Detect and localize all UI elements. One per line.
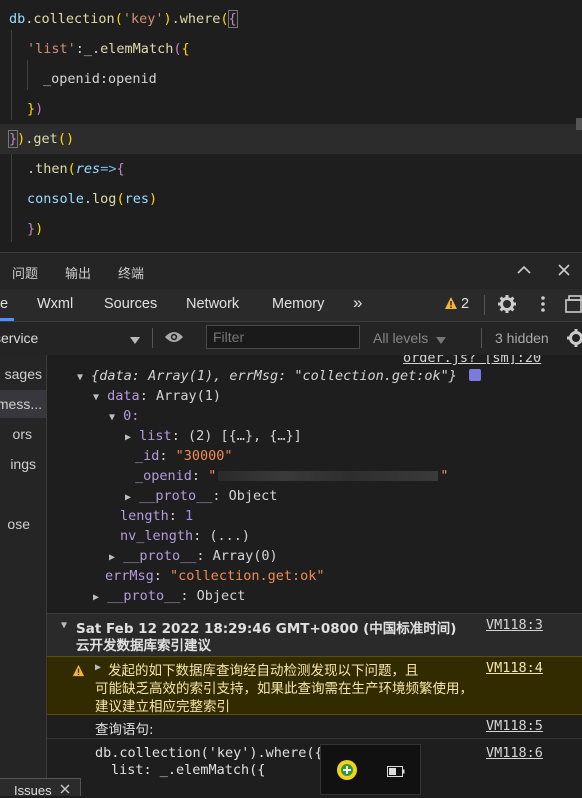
issues-label: Issues [14,783,52,798]
console-filter-bar: service All levels 3 hidden [0,322,582,356]
expand-triangle-icon[interactable]: ▼ [77,372,83,383]
code-line-3[interactable]: _openid:openid [43,64,157,94]
active-tab-indicator [0,318,14,321]
divider [152,328,153,348]
prop-proto-object[interactable]: ▶ __proto__: Object [125,488,277,504]
chevron-down-icon[interactable] [436,332,446,350]
sidebar-item-user-messages[interactable]: mess... [0,390,46,418]
warning-icon [72,662,85,681]
warning-count[interactable]: 2 [461,296,469,312]
prop-list[interactable]: ▶ list: (2) [{…}, {…}] [125,428,302,444]
context-selector[interactable]: service [0,330,38,346]
code-line-1[interactable]: db.collection('key').where({ [9,4,238,34]
source-link[interactable]: VM118:6 [486,745,543,761]
collapse-triangle-icon[interactable]: ▶ [93,592,99,603]
indent-guide [11,30,12,120]
filter-input[interactable] [206,325,360,349]
code-line-6[interactable]: .then(res=>{ [27,154,125,184]
tab-memory[interactable]: Memory [272,296,324,312]
warning-text-line-2: 可能缺乏高效的索引支持，如果此查询需在生产环境频繁使用， [95,681,473,697]
battery-icon [387,764,405,782]
levels-dropdown[interactable]: All levels [373,330,428,346]
tab-console[interactable]: e [0,296,8,312]
sidebar-item-verbose[interactable]: ose [0,510,46,538]
issues-drawer-tab[interactable]: Issues [0,778,81,798]
expand-triangle-icon[interactable]: ▼ [93,392,99,403]
expand-triangle-icon[interactable]: ▼ [61,620,67,631]
console-group-header[interactable]: ▼ Sat Feb 12 2022 18:29:46 GMT+0800 (中国标… [47,613,582,657]
collapse-triangle-icon[interactable]: ▶ [125,432,131,443]
close-icon[interactable] [556,262,572,283]
source-link[interactable]: VM118:4 [486,660,543,676]
code-line-7[interactable]: console.log(res) [27,184,157,214]
expand-triangle-icon[interactable]: ▼ [109,412,115,423]
kebab-menu-icon[interactable] [540,295,546,318]
more-tabs-button[interactable]: » [353,293,362,313]
query-code-line-2: list: _.elemMatch({ [111,762,266,778]
source-link[interactable]: VM118:5 [486,718,543,734]
floating-toolbar [320,744,421,795]
source-link[interactable]: order.js? [sm]:20 [403,355,541,366]
collapse-triangle-icon[interactable]: ▶ [125,492,131,503]
sidebar-item-messages[interactable]: sages [0,360,46,388]
prop-openid: _openid: " " [135,468,449,484]
prop-proto-root[interactable]: ▶ __proto__: Object [93,588,245,604]
group-subtitle: 云开发数据库索引建议 [76,638,211,654]
add-circle-icon[interactable] [336,759,358,786]
code-line-2[interactable]: 'list':_.elemMatch({ [27,34,190,64]
collapse-triangle-icon[interactable]: ▶ [95,662,101,673]
hidden-count[interactable]: 3 hidden [495,330,549,346]
warning-text-line-1: 发起的如下数据库查询经自动检测发现以下问题，且 [108,663,419,679]
prop-proto-array[interactable]: ▶ __proto__: Array(0) [109,548,278,564]
code-line-5[interactable]: }).get() [0,124,582,154]
redacted-value [218,471,439,481]
code-line-8[interactable]: }) [27,214,43,244]
divider [484,295,485,315]
tab-sources[interactable]: Sources [104,296,157,312]
tab-problems[interactable]: 问题 [12,263,38,282]
divider [481,328,482,348]
sidebar-item-errors[interactable]: ors [0,420,46,448]
query-label: 查询语句: [95,722,154,738]
prop-length: length: 1 [120,508,194,524]
tab-output[interactable]: 输出 [65,263,91,282]
tab-terminal[interactable]: 终端 [118,263,144,282]
prop-index-0[interactable]: ▼ 0: [109,408,139,424]
code-line-4[interactable]: }) [27,94,43,124]
console-log-row: 查询语句: VM118:5 [47,714,582,739]
tab-wxml[interactable]: Wxml [37,296,73,312]
query-code-line-1: db.collection('key').where({ [95,745,323,761]
indent-guide [27,60,28,90]
collapse-triangle-icon[interactable]: ▶ [109,552,115,563]
eye-icon[interactable] [164,330,184,349]
info-icon[interactable] [469,369,482,381]
chevron-down-icon[interactable] [130,332,140,350]
prop-errmsg: errMsg: "collection.get:ok" [105,568,325,584]
indent-guide [11,150,12,242]
console-sidebar: sages mess... ors ings ose [0,355,47,795]
prop-nv-length[interactable]: nv_length: (...) [120,528,250,544]
console-output: order.js? [sm]:20 ▼ {data: Array(1), err… [47,355,582,795]
console-warning-row[interactable]: ▶ 发起的如下数据库查询经自动检测发现以下问题，且 可能缺乏高效的索引支持，如果… [47,656,582,715]
console-log-row: db.collection('key').where({ list: _.ele… [47,739,582,795]
panel-header: 问题 输出 终端 [0,252,582,290]
code-editor[interactable]: db.collection('key').where({ 'list':_.el… [0,0,582,252]
gear-icon[interactable] [566,328,582,353]
chevron-up-icon[interactable] [516,262,532,283]
dock-icon[interactable] [565,295,582,318]
log-object-summary[interactable]: ▼ {data: Array(1), errMsg: "collection.g… [77,368,482,384]
warning-text-line-3: 建议建立相应完整索引 [95,699,230,715]
source-link[interactable]: VM118:3 [486,617,543,633]
prop-id: _id: "30000" [135,448,233,464]
prop-data[interactable]: ▼ data: Array(1) [93,388,221,404]
sidebar-item-warnings[interactable]: ings [0,450,46,478]
tab-network[interactable]: Network [186,296,239,312]
warning-icon[interactable] [444,296,458,315]
editor-scrollbar[interactable] [576,118,582,130]
gear-icon[interactable] [497,294,517,319]
devtools-tab-bar: e Wxml Sources Network Memory » 2 [0,289,582,322]
